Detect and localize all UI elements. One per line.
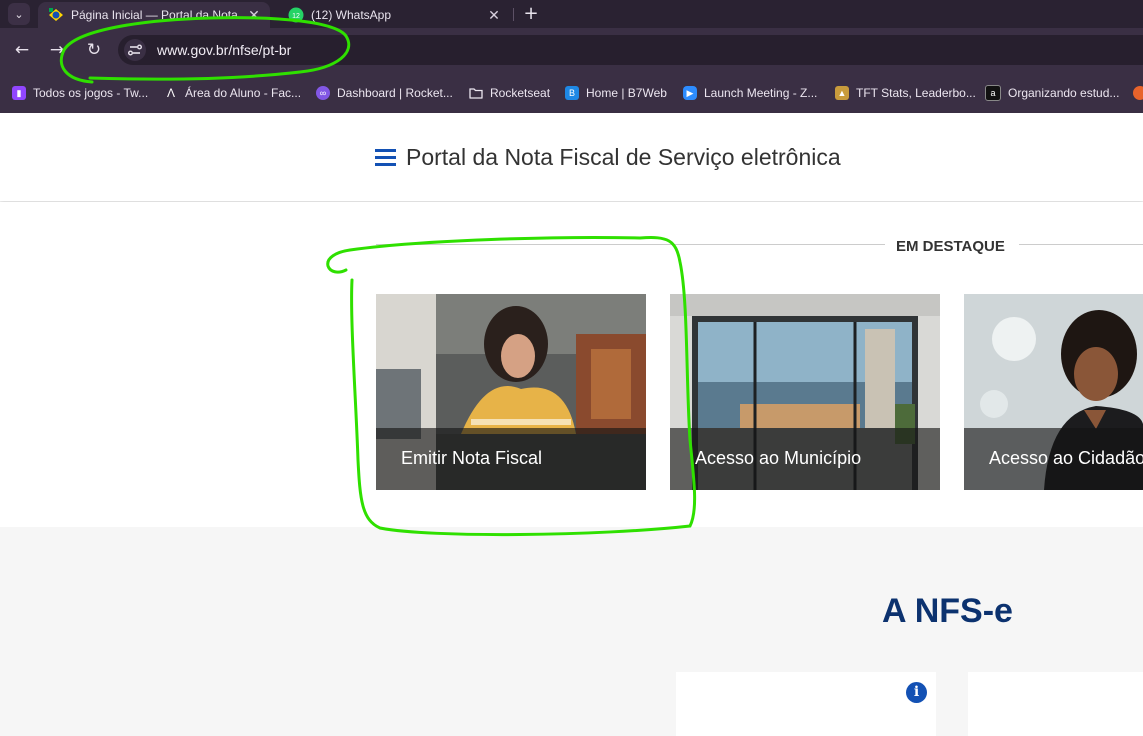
bookmark-label: Home | B7Web xyxy=(586,86,667,100)
card-title: Emitir Nota Fiscal xyxy=(401,448,543,468)
bookmark-item[interactable]: a Organizando estud... xyxy=(985,84,1119,102)
tft-icon: ▲ xyxy=(835,86,849,100)
alura-icon: Λ xyxy=(166,86,175,100)
bookmark-item[interactable]: B Home | B7Web xyxy=(565,84,667,102)
card-caption: Acesso ao Cidadão xyxy=(964,428,1143,490)
card-acesso-cidadao[interactable]: Acesso ao Cidadão xyxy=(964,294,1143,490)
bookmark-item[interactable] xyxy=(1133,84,1143,102)
bookmark-label: Launch Meeting - Z... xyxy=(704,86,818,100)
new-tab-button[interactable]: + xyxy=(521,3,541,25)
bookmarks-bar: ▮ Todos os jogos - Tw... Λ Área do Aluno… xyxy=(0,72,1143,113)
bookmark-label: Organizando estud... xyxy=(1008,86,1120,100)
section-label: EM DESTAQUE xyxy=(896,238,1005,255)
highlight-section: EM DESTAQUE Emitir Nota Fiscal Acesso ao… xyxy=(0,202,1143,527)
b7web-icon: B xyxy=(565,86,579,100)
tab-search-button[interactable]: ⌄ xyxy=(8,3,30,25)
gov-br-icon xyxy=(49,8,63,21)
tab-title: (12) WhatsApp xyxy=(311,8,392,22)
hamburger-menu-icon[interactable] xyxy=(375,149,396,167)
site-header: Portal da Nota Fiscal de Serviço eletrôn… xyxy=(0,113,1143,201)
rocketseat-icon: ∞ xyxy=(316,86,330,100)
card-emitir-nota-fiscal[interactable]: Emitir Nota Fiscal xyxy=(376,294,646,490)
bookmark-item[interactable]: Λ Área do Aluno - Fac... xyxy=(164,84,301,102)
page-title[interactable]: Portal da Nota Fiscal de Serviço eletrôn… xyxy=(406,144,841,171)
close-icon[interactable]: ✕ xyxy=(484,7,504,24)
info-card[interactable] xyxy=(968,672,1143,736)
bookmark-item[interactable]: ▮ Todos os jogos - Tw... xyxy=(12,84,148,102)
whatsapp-icon: 12 xyxy=(288,7,304,23)
close-icon[interactable]: ✕ xyxy=(244,7,264,24)
card-title: Acesso ao Cidadão xyxy=(989,448,1143,468)
browser-toolbar: ← → ↻ www.gov.br/nfse/pt-br xyxy=(0,28,1143,72)
tab-whatsapp[interactable]: 12 (12) WhatsApp ✕ xyxy=(278,2,510,28)
svg-text:12: 12 xyxy=(292,13,300,20)
bookmark-label: Dashboard | Rocket... xyxy=(337,86,453,100)
tab-strip: ⌄ Página Inicial — Portal da Nota ✕ 12 (… xyxy=(0,0,1143,28)
section-title: A NFS-e xyxy=(882,592,1013,630)
url-text[interactable]: www.gov.br/nfse/pt-br xyxy=(157,42,291,58)
address-bar[interactable]: www.gov.br/nfse/pt-br xyxy=(118,35,1143,65)
twitch-icon: ▮ xyxy=(12,86,26,100)
bookmark-favicon-icon xyxy=(1133,86,1143,100)
bookmark-item[interactable]: ∞ Dashboard | Rocket... xyxy=(316,84,453,102)
bookmark-label: Área do Aluno - Fac... xyxy=(185,86,302,100)
bookmark-item[interactable]: ▶ Launch Meeting - Z... xyxy=(683,84,817,102)
chevron-down-icon: ⌄ xyxy=(14,7,24,21)
info-icon[interactable]: i xyxy=(906,682,927,703)
info-card[interactable]: i xyxy=(676,672,936,736)
zoom-icon: ▶ xyxy=(683,86,697,100)
reload-icon[interactable]: ↻ xyxy=(83,39,105,61)
bookmark-label: TFT Stats, Leaderbo... xyxy=(856,86,976,100)
forward-arrow-icon[interactable]: → xyxy=(46,39,68,61)
card-caption: Emitir Nota Fiscal xyxy=(376,428,646,490)
card-acesso-municipio[interactable]: Acesso ao Município xyxy=(670,294,940,490)
bookmark-item[interactable]: ▲ TFT Stats, Leaderbo... xyxy=(835,84,976,102)
card-caption: Acesso ao Município xyxy=(670,428,940,490)
site-info-icon[interactable] xyxy=(124,39,146,61)
divider xyxy=(1019,244,1143,245)
bookmark-item[interactable]: Rocketseat xyxy=(469,84,550,102)
tab-portal-nota[interactable]: Página Inicial — Portal da Nota ✕ xyxy=(38,2,270,28)
back-arrow-icon[interactable]: ← xyxy=(11,39,33,61)
divider xyxy=(376,244,885,245)
bookmark-label: Rocketseat xyxy=(490,86,551,100)
bookmark-label: Todos os jogos - Tw... xyxy=(33,86,149,100)
card-title: Acesso ao Município xyxy=(695,448,862,468)
tab-separator xyxy=(513,8,514,21)
alura-a-icon: a xyxy=(985,85,1001,101)
tab-title: Página Inicial — Portal da Nota xyxy=(71,8,238,22)
folder-icon xyxy=(469,88,483,99)
